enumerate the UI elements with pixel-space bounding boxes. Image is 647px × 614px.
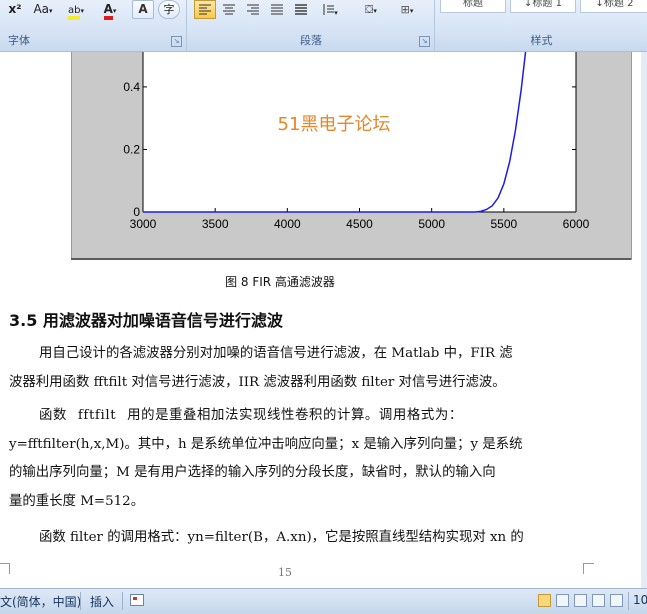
- outline-view-icon[interactable]: [592, 594, 605, 607]
- style-heading-2[interactable]: ↓标题 2: [580, 0, 647, 13]
- font-dialog-launcher-icon[interactable]: ↘: [171, 36, 182, 47]
- paragraph-line: 函数 filter 的调用格式：yn=filter(B，A.xn)，它是按照直线…: [39, 530, 524, 545]
- x-tick-label: 5500: [490, 217, 517, 231]
- macro-record-icon[interactable]: [130, 594, 144, 606]
- figure-bottom-border: [71, 258, 631, 260]
- print-layout-view-icon[interactable]: [538, 594, 551, 607]
- status-separator: [122, 592, 123, 610]
- style-heading-1[interactable]: ↓标题 1: [510, 0, 576, 13]
- align-right-button[interactable]: [242, 0, 264, 19]
- style-heading[interactable]: 标题: [440, 0, 506, 13]
- page-number: 15: [278, 566, 292, 579]
- x-tick-label: 4500: [346, 217, 373, 231]
- chevron-down-icon: ▾: [112, 7, 117, 15]
- y-tick-label: 0.2: [123, 142, 140, 156]
- paragraph-line: 波器利用函数 fftfilt 对信号进行滤波，IIR 滤波器利用函数 filte…: [9, 374, 506, 390]
- shading-button[interactable]: ⛋▾: [354, 0, 388, 19]
- align-center-icon: [223, 4, 235, 15]
- highlight-icon: ab: [68, 5, 81, 20]
- x-tick-label: 3000: [130, 217, 157, 231]
- align-right-icon: [247, 4, 259, 15]
- paragraph-group: ▾ ⛋▾ ⊞▾ 段落 ↘: [188, 0, 435, 51]
- character-shading-button[interactable]: A: [132, 0, 154, 19]
- text-highlight-button[interactable]: ab▾: [61, 0, 91, 20]
- chevron-down-icon: ▾: [49, 7, 53, 15]
- page-corner-mark-right: [583, 563, 594, 574]
- distributed-button[interactable]: [290, 0, 312, 19]
- paragraph-line: 量的重长度 M=512。: [9, 493, 145, 509]
- paragraph-1: 用自己设计的各滤波器分别对加噪的语音信号进行滤波，在 Matlab 中，FIR …: [9, 340, 585, 397]
- figure-frame: 3000 3500 4000 4500 5000 5500 6000 0 0.2 0.4 51黑电子…: [71, 52, 632, 260]
- vertical-scrollbar[interactable]: [641, 52, 647, 588]
- status-separator: [80, 592, 81, 610]
- insert-mode-indicator[interactable]: 插入: [90, 593, 114, 610]
- figure-caption: 图 8 FIR 高通滤波器: [225, 275, 335, 289]
- align-left-icon: [199, 4, 211, 15]
- paragraph-2: 函数 fftfilt 用的是重叠相加法实现线性卷积的计算。调用格式为： y=ff…: [9, 402, 585, 516]
- border-icon: ⊞: [400, 3, 410, 16]
- chevron-down-icon: ▾: [80, 7, 84, 15]
- font-color-icon: A: [103, 2, 113, 20]
- paragraph-3: 函数 filter 的调用格式：yn=filter(B，A.xn)，它是按照直线…: [9, 524, 585, 553]
- paragraph-dialog-launcher-icon[interactable]: ↘: [419, 36, 430, 47]
- chevron-down-icon: ▾: [409, 7, 414, 15]
- distributed-icon: [295, 4, 307, 15]
- superscript-button[interactable]: x²: [4, 0, 26, 19]
- ribbon: x² Aa▾ ab▾ A▾ A 字 字体 ↘ ▾ ⛋▾ ⊞▾ 段落 ↘ 标题 ↓…: [0, 0, 647, 52]
- align-left-button[interactable]: [194, 0, 216, 19]
- x-tick-label: 5000: [418, 217, 445, 231]
- status-bar: 文(简体，中国) 插入 10: [0, 588, 647, 614]
- styles-group-label: 样式: [530, 34, 553, 47]
- web-layout-view-icon[interactable]: [574, 594, 587, 607]
- x-tick-label: 3500: [202, 217, 229, 231]
- watermark-text: 51黑电子论坛: [278, 114, 391, 135]
- draft-view-icon[interactable]: [610, 594, 623, 607]
- document-area[interactable]: 3000 3500 4000 4500 5000 5500 6000 0 0.2 0.4 51黑电子…: [0, 52, 647, 588]
- zoom-level[interactable]: 10: [633, 593, 647, 607]
- change-case-label: Aa: [33, 2, 50, 16]
- font-color-button[interactable]: A▾: [94, 0, 126, 20]
- chevron-down-icon: ▾: [373, 7, 377, 15]
- language-indicator[interactable]: 文(简体，中国): [0, 593, 81, 610]
- font-group-label: 字体: [8, 34, 30, 47]
- justify-button[interactable]: [266, 0, 288, 19]
- paragraph-group-label: 段落: [300, 34, 322, 47]
- paragraph-line: 用自己设计的各滤波器分别对加噪的语音信号进行滤波，在 Matlab 中，FIR …: [39, 346, 513, 361]
- paragraph-line: 的输出序列向量；M 是有用户选择的输入序列的分段长度，缺省时，默认的输入向: [9, 465, 496, 480]
- chart: 3000 3500 4000 4500 5000 5500 6000 0 0.2 0.4 51黑电子…: [123, 52, 590, 231]
- y-tick-label: 0: [133, 205, 140, 219]
- font-group: x² Aa▾ ab▾ A▾ A 字 字体 ↘: [0, 0, 187, 51]
- line-spacing-button[interactable]: ▾: [316, 0, 344, 19]
- change-case-button[interactable]: Aa▾: [28, 0, 58, 19]
- borders-button[interactable]: ⊞▾: [392, 0, 422, 19]
- styles-group: 标题 ↓标题 1 ↓标题 2 样式: [436, 0, 647, 51]
- section-heading: 3.5 用滤波器对加噪语音信号进行滤波: [9, 311, 283, 330]
- status-separator: [628, 592, 629, 610]
- justify-icon: [271, 4, 283, 15]
- x-tick-label: 6000: [563, 217, 590, 231]
- align-center-button[interactable]: [218, 0, 240, 19]
- y-tick-label: 0.4: [123, 80, 140, 94]
- chevron-down-icon: ▾: [334, 9, 338, 17]
- x-tick-label: 4000: [274, 217, 301, 231]
- line-spacing-icon: [323, 4, 335, 15]
- paragraph-line: y=fftfilter(h,x,M)。其中，h 是系统单位冲击响应向量；x 是输…: [9, 436, 523, 452]
- paragraph-line: 函数 fftfilt 用的是重叠相加法实现线性卷积的计算。调用格式为：: [39, 408, 463, 423]
- enclose-characters-button[interactable]: 字: [158, 0, 180, 19]
- full-screen-reading-view-icon[interactable]: [556, 594, 569, 607]
